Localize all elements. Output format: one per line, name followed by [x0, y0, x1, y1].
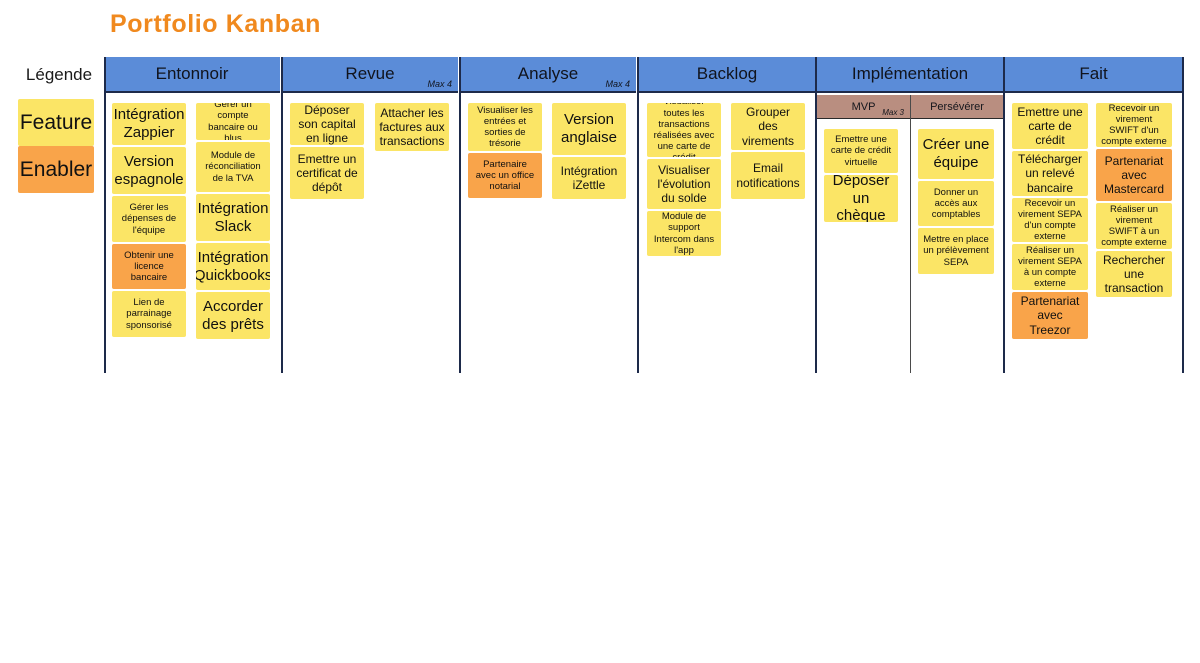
column-wip-limit: Max 4	[605, 79, 630, 89]
column-separator-2	[459, 57, 461, 373]
subcolumn-header-label: MVP	[851, 100, 876, 113]
card-stack-backlog-2: Grouper des virements Email notifications	[731, 103, 805, 201]
column-separator-6	[1182, 57, 1184, 373]
page-title: Portfolio Kanban	[110, 10, 321, 38]
column-header-label: Entonnoir	[155, 64, 229, 83]
column-separator-5	[1003, 57, 1005, 373]
kanban-card[interactable]: Intégration Slack	[196, 194, 270, 241]
legend-title: Légende	[25, 65, 93, 84]
column-separator-3	[637, 57, 639, 373]
kanban-card[interactable]: Lien de parrainage sponsorisé	[112, 291, 186, 337]
kanban-card[interactable]: Obtenir une licence bancaire	[112, 244, 186, 289]
column-header-implementation[interactable]: Implémentation	[817, 57, 1003, 93]
column-separator-1	[281, 57, 283, 373]
kanban-card[interactable]: Version anglaise	[552, 103, 626, 155]
subcolumn-header-perseverer[interactable]: Persévérer	[911, 95, 1003, 119]
kanban-card[interactable]: Module de réconciliation de la TVA	[196, 142, 270, 192]
kanban-card[interactable]: Rechercher une transaction	[1096, 251, 1172, 297]
kanban-card[interactable]: Intégration Quickbooks	[196, 243, 270, 290]
card-stack-analyse-1: Visualiser les entrées et sorties de tré…	[468, 103, 542, 200]
kanban-card[interactable]: Recevoir un virement SEPA d'un compte ex…	[1012, 198, 1088, 242]
kanban-card[interactable]: Visualiser l'évolution du solde	[647, 159, 721, 209]
card-stack-entonnoir-2: Gérer un compte bancaire ou blus Module d…	[196, 103, 270, 341]
legend: Légende Feature Enabler	[18, 57, 100, 193]
column-header-label: Revue	[345, 64, 395, 83]
column-separator-4	[815, 57, 817, 373]
card-stack-implementation-1: Emettre une carte de crédit virtuelle Dép…	[824, 129, 898, 224]
kanban-card[interactable]: Partenaire avec un office notarial	[468, 153, 542, 198]
kanban-card[interactable]: Grouper des virements	[731, 103, 805, 150]
kanban-card[interactable]: Module de support Intercom dans l'app	[647, 211, 721, 256]
subcolumn-separator	[910, 95, 911, 373]
kanban-card[interactable]: Emettre une carte de crédit	[1012, 103, 1088, 149]
column-header-label: Backlog	[696, 64, 758, 83]
kanban-card[interactable]: Mettre en place un prélèvement SEPA	[918, 228, 994, 274]
kanban-card[interactable]: Recevoir un virement SWIFT d'un compte e…	[1096, 103, 1172, 147]
kanban-card[interactable]: Réaliser un virement SEPA à un compte ex…	[1012, 244, 1088, 290]
kanban-card[interactable]: Réaliser un virement SWIFT à un compte e…	[1096, 203, 1172, 249]
kanban-card[interactable]: Gérer les dépenses de l'équipe	[112, 196, 186, 242]
card-stack-backlog-1: Visualiser toutes les transactions réali…	[647, 103, 721, 258]
kanban-card[interactable]: Emettre un certificat de dépôt	[290, 147, 364, 199]
column-separator-0	[104, 57, 106, 373]
kanban-card[interactable]: Déposer un chèque	[824, 175, 898, 222]
kanban-card[interactable]: Gérer un compte bancaire ou blus	[196, 103, 270, 140]
card-stack-fait-1: Emettre une carte de crédit Télécharger u…	[1012, 103, 1088, 341]
kanban-card[interactable]: Partenariat avec Mastercard	[1096, 149, 1172, 201]
kanban-card[interactable]: Déposer son capital en ligne	[290, 103, 364, 145]
kanban-card[interactable]: Partenariat avec Treezor	[1012, 292, 1088, 339]
kanban-card[interactable]: Donner un accès aux comptables	[918, 181, 994, 226]
subcolumn-header-label: Persévérer	[930, 100, 984, 113]
kanban-card[interactable]: Visualiser les entrées et sorties de tré…	[468, 103, 542, 151]
kanban-card[interactable]: Attacher les factures aux transactions	[375, 103, 449, 151]
kanban-card[interactable]: Intégration iZettle	[552, 157, 626, 199]
kanban-card[interactable]: Email notifications	[731, 152, 805, 199]
column-header-fait[interactable]: Fait	[1005, 57, 1182, 93]
card-stack-entonnoir-1: Intégration Zappier Version espagnole Gére…	[112, 103, 186, 339]
column-header-entonnoir[interactable]: Entonnoir	[104, 57, 280, 93]
kanban-card[interactable]: Télécharger un relevé bancaire	[1012, 151, 1088, 196]
kanban-card[interactable]: Accorder des prêts	[196, 292, 270, 339]
card-stack-fait-2: Recevoir un virement SWIFT d'un compte e…	[1096, 103, 1172, 299]
column-header-revue[interactable]: Revue Max 4	[282, 57, 458, 93]
kanban-board: Portfolio Kanban Légende Feature Enabler…	[0, 0, 1200, 663]
column-header-label: Analyse	[517, 64, 579, 83]
legend-chip-enabler: Enabler	[18, 146, 94, 193]
column-header-backlog[interactable]: Backlog	[639, 57, 815, 93]
subcolumn-header-mvp[interactable]: MVP Max 3	[817, 95, 910, 119]
legend-chip-feature: Feature	[18, 99, 94, 146]
card-stack-analyse-2: Version anglaise Intégration iZettle	[552, 103, 626, 201]
column-header-label: Implémentation	[851, 64, 969, 83]
kanban-card[interactable]: Intégration Zappier	[112, 103, 186, 145]
kanban-card[interactable]: Version espagnole	[112, 147, 186, 194]
card-stack-revue-1: Déposer son capital en ligne Emettre un c…	[290, 103, 364, 201]
column-wip-limit: Max 4	[427, 79, 452, 89]
kanban-card[interactable]: Emettre une carte de crédit virtuelle	[824, 129, 898, 173]
kanban-card[interactable]: Créer une équipe	[918, 129, 994, 179]
column-header-label: Fait	[1079, 64, 1108, 83]
card-stack-revue-2: Attacher les factures aux transactions	[375, 103, 449, 153]
column-header-analyse[interactable]: Analyse Max 4	[460, 57, 636, 93]
kanban-card[interactable]: Visualiser toutes les transactions réali…	[647, 103, 721, 157]
card-stack-implementation-2: Créer une équipe Donner un accès aux comp…	[918, 129, 994, 276]
subcolumn-wip-limit: Max 3	[882, 108, 904, 117]
